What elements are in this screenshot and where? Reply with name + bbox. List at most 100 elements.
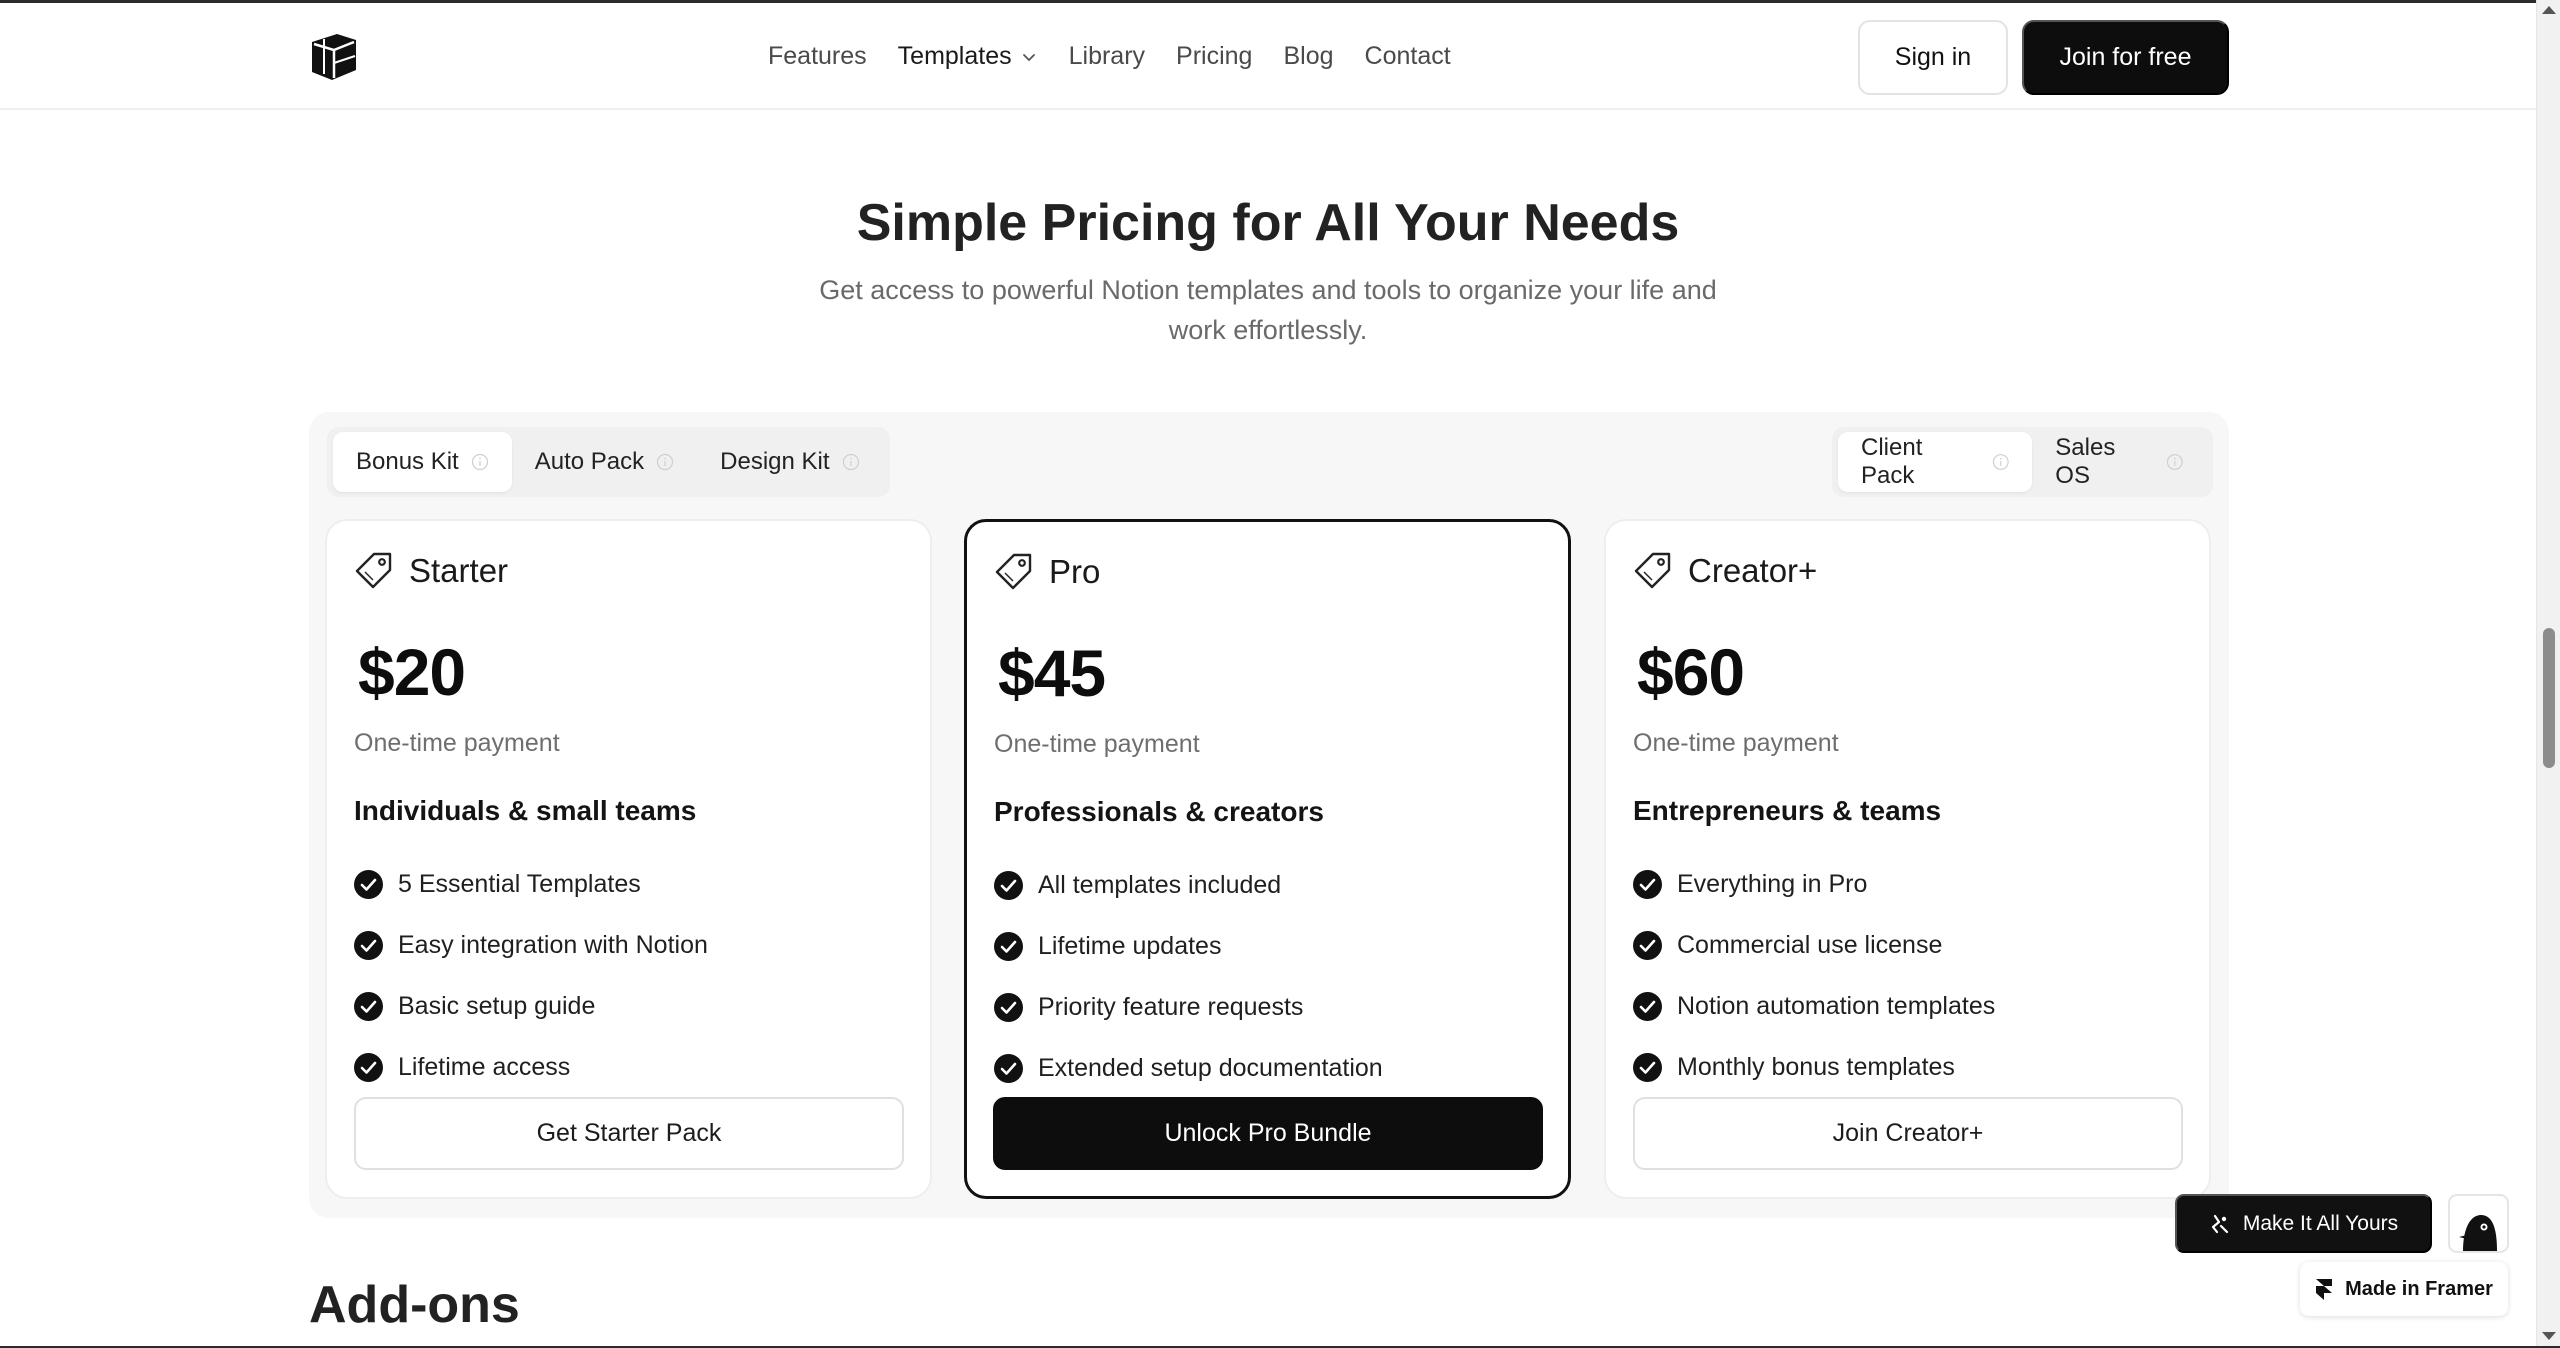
payment-type: One-time payment	[354, 729, 560, 757]
info-icon	[2167, 454, 2184, 470]
plan-price: $20	[358, 635, 466, 709]
tab-label: Sales OS	[2055, 434, 2116, 489]
nav-blog[interactable]: Blog	[1283, 42, 1333, 71]
scroll-up-arrow-icon[interactable]	[2542, 6, 2556, 14]
sign-in-button[interactable]: Sign in	[1858, 20, 2008, 95]
payment-type: One-time payment	[1633, 729, 1839, 757]
framer-logo-icon	[2316, 1279, 2333, 1300]
price-tag-icon	[1634, 552, 1671, 589]
feature-item: Lifetime updates	[994, 916, 1383, 977]
feature-item: Everything in Pro	[1633, 854, 1995, 915]
tab-label: Auto Pack	[534, 448, 645, 475]
get-starter-button[interactable]: Get Starter Pack	[354, 1097, 904, 1170]
nav-templates[interactable]: Templates	[898, 42, 1038, 71]
check-circle-icon	[994, 993, 1023, 1022]
join-free-button[interactable]: Join for free	[2022, 20, 2229, 95]
nav-label: Blog	[1283, 42, 1334, 70]
bird-mascot-icon[interactable]	[2448, 1194, 2509, 1253]
info-icon	[657, 453, 674, 471]
framer-label: Made in Framer	[2345, 1277, 2493, 1300]
plan-name: Creator+	[1688, 552, 1818, 589]
feature-text: Easy integration with Notion	[398, 931, 708, 959]
scroll-down-arrow-icon[interactable]	[2542, 1332, 2556, 1340]
plan-audience: Professionals & creators	[994, 796, 1324, 827]
nav-library[interactable]: Library	[1069, 42, 1145, 71]
plan-card-creator-plus: Creator+ $60 One-time payment Entreprene…	[1604, 519, 2211, 1199]
tab-auto-pack[interactable]: Auto Pack	[512, 432, 697, 492]
plan-header: Creator+	[1633, 551, 1817, 591]
tab-client-pack[interactable]: Client Pack	[1838, 432, 2033, 492]
plan-audience: Individuals & small teams	[354, 795, 697, 826]
plan-name: Pro	[1049, 553, 1101, 590]
info-icon	[471, 453, 488, 471]
feature-text: Commercial use license	[1677, 931, 1943, 959]
payment-type: One-time payment	[994, 730, 1200, 758]
nav-label: Pricing	[1176, 42, 1253, 70]
made-in-framer-badge[interactable]: Made in Framer	[2300, 1262, 2508, 1316]
tab-bonus-kit[interactable]: Bonus Kit	[333, 432, 512, 492]
nav-label: Templates	[897, 42, 1012, 70]
tab-label: Bonus Kit	[356, 448, 459, 475]
check-circle-icon	[354, 931, 383, 960]
feature-item: Extended setup documentation	[994, 1038, 1383, 1099]
scroll-thumb[interactable]	[2543, 628, 2555, 768]
feature-text: Extended setup documentation	[1038, 1054, 1383, 1082]
nav-label: Contact	[1364, 42, 1451, 70]
info-icon	[842, 453, 859, 471]
bird-icon	[2458, 1215, 2497, 1251]
product-tabs-right: Client Pack Sales OS	[1832, 427, 2213, 497]
check-circle-icon	[1633, 992, 1662, 1021]
price-tag-icon	[995, 553, 1032, 590]
tab-label: Client Pack	[1861, 434, 1923, 489]
feature-item: Monthly bonus templates	[1633, 1037, 1995, 1098]
plan-card-starter: Starter $20 One-time payment Individuals…	[325, 519, 932, 1199]
make-it-all-yours-button[interactable]: Make It All Yours	[2175, 1194, 2432, 1253]
plan-header: Starter	[354, 551, 508, 591]
feature-item: Notion automation templates	[1633, 976, 1995, 1037]
plan-header: Pro	[994, 552, 1100, 592]
feature-item: Easy integration with Notion	[354, 915, 708, 976]
check-circle-icon	[1633, 870, 1662, 899]
plan-audience: Entrepreneurs & teams	[1633, 795, 1942, 826]
check-circle-icon	[1633, 931, 1662, 960]
check-circle-icon	[354, 1053, 383, 1082]
unlock-pro-button[interactable]: Unlock Pro Bundle	[993, 1097, 1543, 1170]
tab-label: Design Kit	[720, 448, 830, 475]
feature-item: Lifetime access	[354, 1037, 708, 1098]
feature-text: Monthly bonus templates	[1677, 1053, 1955, 1081]
product-tabs-left: Bonus Kit Auto Pack Design Kit	[327, 427, 890, 497]
nav-label: Library	[1068, 42, 1146, 70]
tab-design-kit[interactable]: Design Kit	[697, 432, 882, 492]
page-scrollbar[interactable]	[2536, 0, 2560, 1348]
page-subtitle: Get access to powerful Notion templates …	[819, 275, 1717, 345]
pricing-panel: Bonus Kit Auto Pack Design Kit Client Pa…	[309, 412, 2229, 1218]
check-circle-icon	[1633, 1053, 1662, 1082]
feature-text: Basic setup guide	[398, 992, 596, 1020]
feature-text: Lifetime access	[398, 1053, 571, 1081]
nav-contact[interactable]: Contact	[1365, 42, 1451, 71]
make-it-label: Make It All Yours	[2242, 1211, 2399, 1235]
addons-heading: Add-ons	[309, 1276, 520, 1334]
site-header: Features Templates Library Pricing Blog …	[0, 3, 2536, 110]
check-circle-icon	[354, 870, 383, 899]
cube-logo-icon[interactable]	[307, 30, 361, 84]
feature-item: Commercial use license	[1633, 915, 1995, 976]
remix-icon	[2211, 1214, 2228, 1233]
feature-text: Everything in Pro	[1677, 870, 1868, 898]
join-creator-button[interactable]: Join Creator+	[1633, 1097, 2183, 1170]
feature-item: 5 Essential Templates	[354, 854, 708, 915]
tab-sales-os[interactable]: Sales OS	[2032, 432, 2207, 492]
feature-text: 5 Essential Templates	[398, 870, 641, 898]
feature-text: Lifetime updates	[1038, 932, 1222, 960]
check-circle-icon	[994, 932, 1023, 961]
feature-item: Priority feature requests	[994, 977, 1383, 1038]
feature-list: Everything in Pro Commercial use license…	[1633, 854, 1995, 1098]
info-icon	[1992, 454, 2009, 470]
main-nav: Features Templates Library Pricing Blog …	[768, 3, 1482, 110]
plan-name: Starter	[409, 552, 509, 589]
nav-features[interactable]: Features	[768, 42, 867, 71]
plan-card-pro: Pro $45 One-time payment Professionals &…	[964, 519, 1571, 1199]
check-circle-icon	[994, 1054, 1023, 1083]
nav-pricing[interactable]: Pricing	[1176, 42, 1252, 71]
feature-text: Priority feature requests	[1038, 993, 1304, 1021]
